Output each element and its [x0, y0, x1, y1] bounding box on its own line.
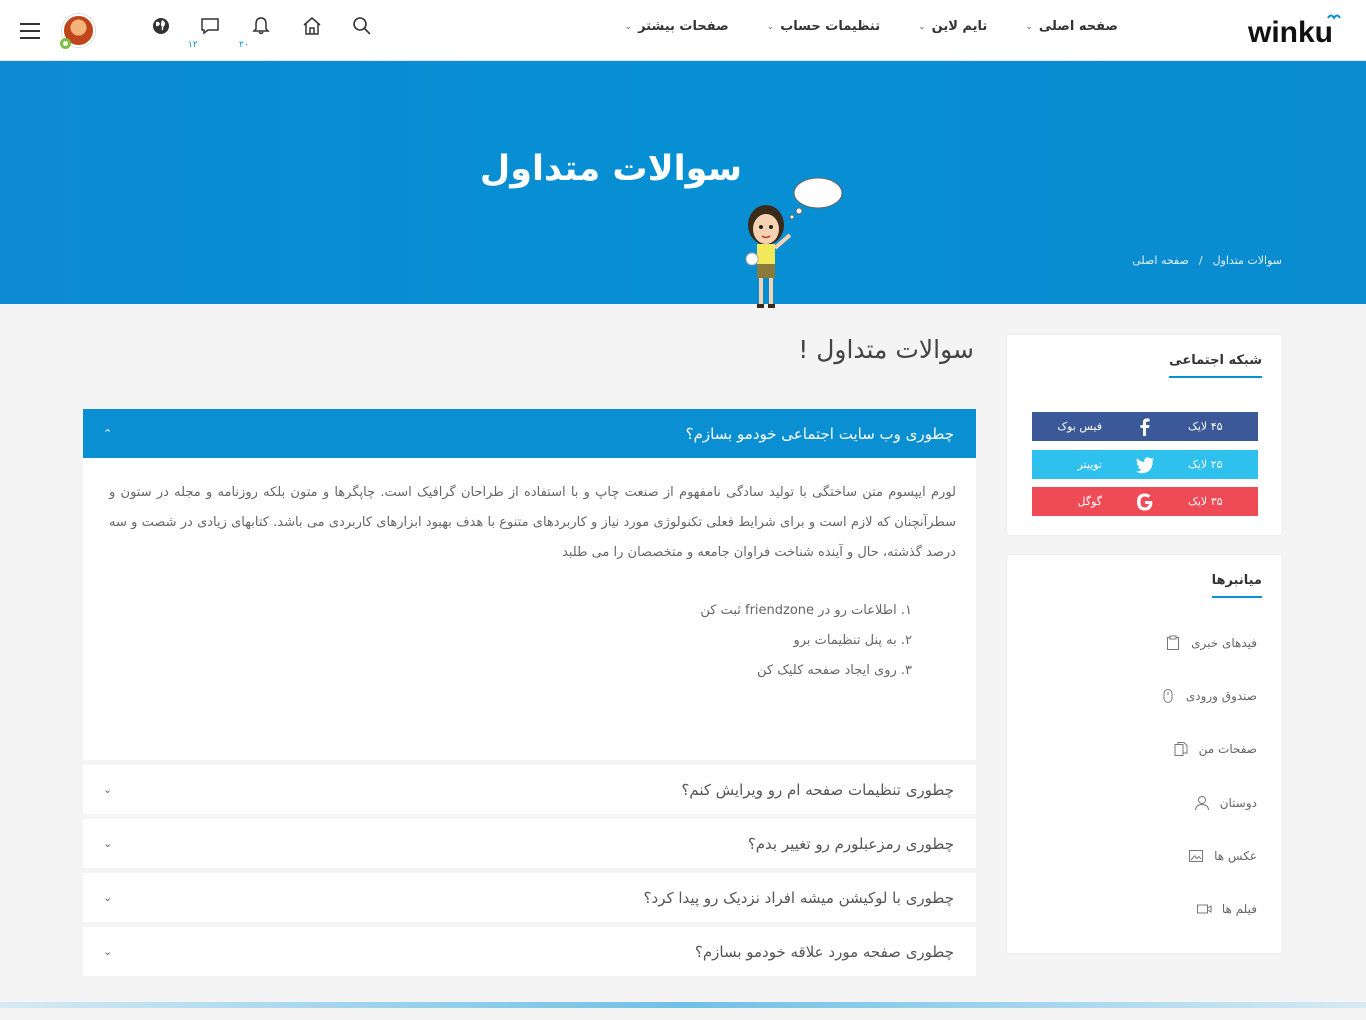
- google-button[interactable]: گوگل ۳۵ لایک: [1032, 487, 1258, 516]
- widget-title: میانبرها: [1211, 573, 1263, 598]
- shortcut-friends[interactable]: دوستان: [1194, 795, 1257, 811]
- shortcut-label: دوستان: [1219, 796, 1257, 810]
- facebook-icon: [1140, 418, 1150, 436]
- shortcut-label: صفحات من: [1198, 742, 1257, 756]
- google-icon: [1137, 493, 1153, 510]
- shortcut-label: فیدهای خبری: [1191, 636, 1257, 650]
- faq-question: چطوری تنظیمات صفحه ام رو ویرایش کنم؟: [681, 780, 954, 799]
- top-bar: winku صفحه اصلی ⌄ تایم لاین ⌄ تنظیمات حساب…: [0, 0, 1366, 61]
- messages-badge: ۱۲: [188, 40, 198, 50]
- hamburger-line: [20, 30, 40, 32]
- faq-question: چطوری رمزعبلورم رو تغییر بدم؟: [747, 834, 954, 853]
- nav-timeline-label: تایم لاین: [931, 19, 988, 34]
- nav-more-pages-label: صفحات بیشتر: [638, 19, 729, 34]
- chevron-down-icon: ⌄: [103, 783, 113, 796]
- globe-icon: [153, 18, 169, 34]
- breadcrumb-separator: /: [1198, 254, 1203, 267]
- faq-item[interactable]: چطوری تنظیمات صفحه ام رو ویرایش کنم؟ ⌄: [83, 765, 976, 814]
- shortcut-label: فیلم ها: [1221, 902, 1257, 916]
- breadcrumb-current: سوالات متداول: [1212, 254, 1282, 267]
- winku-logo[interactable]: winku: [1248, 12, 1346, 46]
- shortcut-inbox[interactable]: صندوق ورودی: [1160, 688, 1257, 704]
- mouse-icon: [1163, 689, 1173, 703]
- faq-answer-text: لورم ایپسوم متن ساختگی با تولید سادگی نا…: [109, 485, 956, 560]
- breadcrumb-home-link[interactable]: صفحه اصلی: [1132, 254, 1189, 267]
- social-likes: ۲۵ لایک: [1188, 458, 1223, 471]
- faq-step: ۳. روی ایجاد صفحه کلیک کن: [757, 663, 912, 678]
- language-button[interactable]: [151, 16, 175, 40]
- hamburger-line: [20, 37, 40, 39]
- faq-heading: سوالات متداول !: [798, 335, 974, 364]
- shortcut-label: عکس ها: [1214, 849, 1257, 863]
- nav-more-pages[interactable]: صفحات بیشتر ⌄: [625, 19, 729, 34]
- faq-step: ۱. اطلاعات رو در friendzone ثبت کن: [700, 603, 912, 618]
- search-icon: [353, 17, 371, 35]
- social-name: فیس بوک: [1057, 420, 1102, 433]
- menu-button[interactable]: [20, 23, 40, 39]
- hamburger-icon: [20, 23, 40, 25]
- home-button[interactable]: [302, 16, 326, 40]
- social-likes: ۳۵ لایک: [1188, 495, 1223, 508]
- breadcrumb: صفحه اصلی / سوالات متداول: [1132, 254, 1282, 267]
- nav-timeline[interactable]: تایم لاین ⌄: [918, 19, 987, 34]
- files-icon: [1174, 742, 1188, 756]
- chevron-down-icon: ⌄: [1025, 21, 1033, 32]
- faq-item[interactable]: چطوری صفحه مورد علاقه خودمو بسازم؟ ⌄: [83, 927, 976, 976]
- facebook-button[interactable]: فیس بوک ۴۵ لایک: [1032, 412, 1258, 441]
- messages-button[interactable]: ۱۲: [188, 16, 224, 50]
- nav-account-settings-label: تنظیمات حساب: [780, 19, 881, 34]
- faq-item-open-header[interactable]: چطوری وب سایت اجتماعی خودمو بسازم؟ ⌃: [83, 409, 976, 458]
- main-nav: صفحه اصلی ⌄ تایم لاین ⌄ تنظیمات حساب ⌄ صفحا…: [625, 19, 1118, 34]
- shortcut-label: صندوق ورودی: [1185, 689, 1257, 703]
- faq-step: ۲. به پنل تنظیمات برو: [793, 633, 912, 648]
- notifications-button[interactable]: ۲۰: [239, 16, 275, 50]
- widget-title: شبکه اجتماعی: [1169, 353, 1262, 378]
- social-network-widget: شبکه اجتماعی فیس بوک ۴۵ لایک توییتر ۲۵ ل…: [1006, 334, 1283, 536]
- image-icon: [1189, 850, 1204, 862]
- online-status-dot: [60, 38, 71, 49]
- chevron-down-icon: ⌄: [103, 891, 113, 904]
- faq-steps-list: ۱. اطلاعات رو در friendzone ثبت کن ۲. به…: [109, 596, 912, 686]
- social-name: گوگل: [1077, 495, 1103, 508]
- twitter-button[interactable]: توییتر ۲۵ لایک: [1032, 450, 1258, 479]
- faq-question: چطوری با لوکیشن میشه افراد نزدیک رو پیدا…: [643, 888, 954, 907]
- social-name: توییتر: [1077, 458, 1102, 471]
- chevron-down-icon: ⌄: [766, 21, 775, 32]
- nav-home-label: صفحه اصلی: [1038, 19, 1118, 34]
- social-likes: ۴۵ لایک: [1188, 420, 1223, 433]
- search-button[interactable]: [352, 16, 376, 40]
- faq-question: چطوری وب سایت اجتماعی خودمو بسازم؟: [685, 424, 954, 443]
- shortcut-videos[interactable]: فیلم ها: [1196, 901, 1257, 917]
- faq-answer: لورم ایپسوم متن ساختگی با تولید سادگی نا…: [83, 458, 976, 760]
- faq-item[interactable]: چطوری رمزعبلورم رو تغییر بدم؟ ⌄: [83, 819, 976, 868]
- footer-accent-line: [0, 1002, 1366, 1008]
- cartoon-girl-illustration: [745, 177, 843, 308]
- svg-text:winku: winku: [1248, 16, 1333, 46]
- shortcut-news-feed[interactable]: فیدهای خبری: [1165, 635, 1257, 651]
- shortcut-photos[interactable]: عکس ها: [1188, 848, 1257, 864]
- chevron-down-icon: ⌄: [918, 21, 926, 32]
- twitter-icon: [1136, 456, 1154, 473]
- clipboard-icon: [1167, 635, 1180, 650]
- nav-home[interactable]: صفحه اصلی ⌄: [1025, 19, 1118, 34]
- banner-title: سوالات متداول: [479, 149, 742, 189]
- home-icon: [303, 17, 321, 35]
- bell-icon: [252, 17, 270, 35]
- faq-accordion: چطوری وب سایت اجتماعی خودمو بسازم؟ ⌃ لور…: [83, 409, 976, 976]
- page-banner: سوالات متداول صفحه اصلی / سوالات متداول: [0, 61, 1366, 308]
- chevron-down-icon: ⌄: [103, 945, 113, 958]
- chevron-up-icon: ⌃: [103, 427, 113, 440]
- nav-account-settings[interactable]: تنظیمات حساب ⌄: [767, 19, 880, 34]
- shortcuts-widget: میانبرها فیدهای خبری صندوق ورودی صفحات م…: [1006, 554, 1283, 954]
- user-icon: [1194, 796, 1209, 811]
- chevron-down-icon: ⌄: [103, 837, 113, 850]
- chevron-down-icon: ⌄: [624, 21, 633, 32]
- shortcut-my-pages[interactable]: صفحات من: [1173, 741, 1257, 757]
- faq-question: چطوری صفحه مورد علاقه خودمو بسازم؟: [694, 942, 954, 961]
- chat-bubble-icon: [201, 18, 219, 35]
- notifications-badge: ۲۰: [239, 40, 249, 50]
- video-icon: [1196, 904, 1212, 914]
- faq-item[interactable]: چطوری با لوکیشن میشه افراد نزدیک رو پیدا…: [83, 873, 976, 922]
